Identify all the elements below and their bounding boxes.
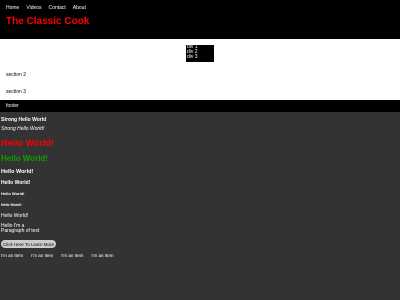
list-item: I'm an Item — [91, 253, 114, 258]
section-2: section 2 — [6, 72, 27, 78]
div-block-line-3: div 3 — [187, 54, 198, 60]
list-item: I'm an Item — [31, 253, 54, 258]
paragraph-hello: Hello World! — [1, 213, 29, 219]
footer: footer — [0, 100, 400, 112]
site-header: Home Videos Contact About The Classic Co… — [0, 0, 400, 39]
section-3: section 3 — [6, 89, 27, 95]
site-title: The Classic Cook — [6, 16, 90, 27]
heading-green: Hello World! — [1, 154, 48, 163]
paragraph-text: Hello I'm a Paragraph of text — [1, 223, 40, 234]
list-item: I'm an Item — [61, 253, 84, 258]
nav-link-home[interactable]: Home — [6, 5, 19, 11]
list-item: I'm an Item — [1, 253, 24, 258]
heading-5: Hello World! — [1, 191, 25, 196]
main-nav: Home Videos Contact About — [6, 5, 86, 11]
strong-hello: Strong Hello World — [1, 117, 47, 123]
footer-text: footer — [6, 103, 19, 109]
div-block: div 1 div 2 div 3 — [186, 45, 214, 62]
heading-3: Hello World! — [1, 169, 34, 175]
heading-red: Hello World! — [1, 138, 54, 148]
nav-link-about[interactable]: About — [73, 5, 86, 11]
learn-more-button[interactable]: Click Here To Learn More — [1, 240, 56, 248]
heading-4: Hello World! — [1, 180, 31, 186]
strong-italic-hello: Strong Hello World! — [1, 126, 45, 132]
item-list: I'm an Item I'm an Item I'm an Item I'm … — [1, 253, 114, 259]
heading-6: Hello World! — [1, 203, 22, 207]
nav-link-contact[interactable]: Contact — [49, 5, 66, 11]
nav-link-videos[interactable]: Videos — [26, 5, 41, 11]
